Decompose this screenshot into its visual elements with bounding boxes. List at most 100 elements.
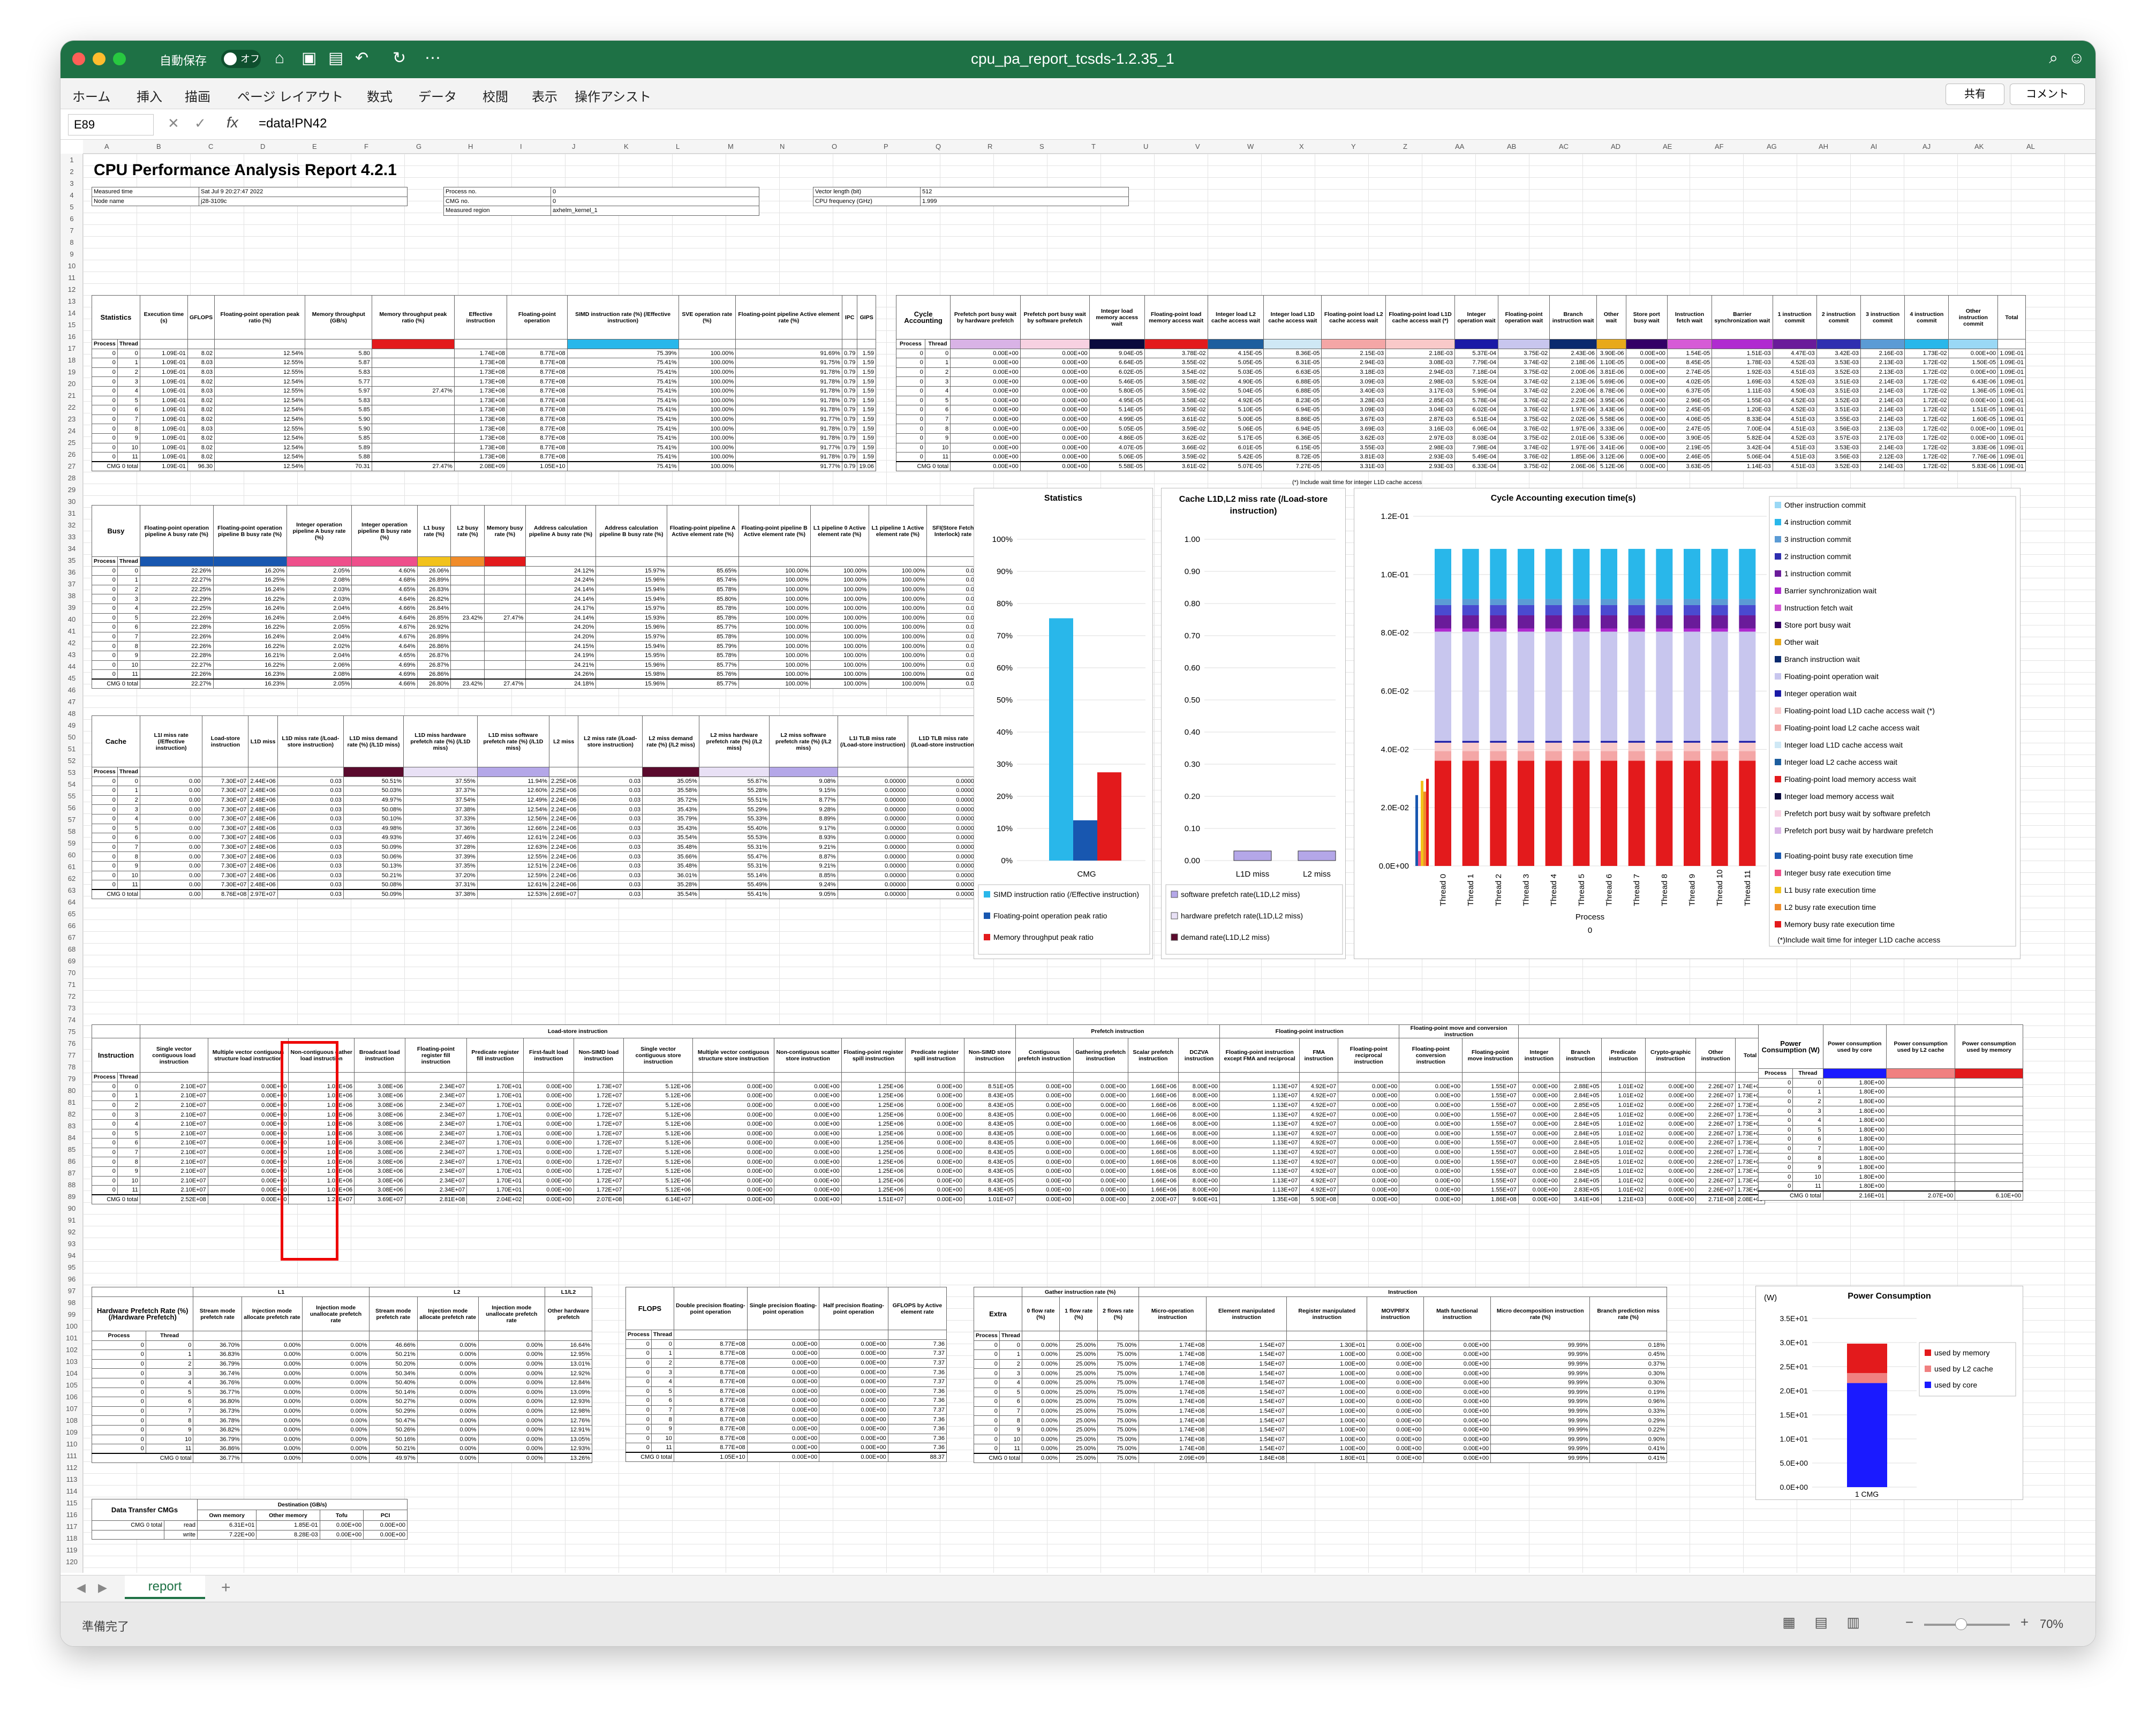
- table-row[interactable]: 0 1 0.00 7.30E+07 2.48E+06 0.03 50.03% 37.37% 12…: [92, 786, 980, 796]
- row-header[interactable]: 60: [61, 851, 83, 859]
- column-header[interactable]: AI: [1871, 142, 1877, 150]
- zoom-slider[interactable]: [1924, 1624, 2010, 1626]
- table-row[interactable]: 0 1 2.10E+07 0.00E+00 1.02E+06 3.08E+06 2.34E+…: [92, 1091, 1765, 1101]
- table-row[interactable]: 0 5 0.00 7.30E+07 2.48E+06 0.03 49.98% 37.36% 12…: [92, 823, 980, 834]
- undo-icon[interactable]: ↶: [355, 49, 368, 68]
- tab-home[interactable]: ホーム: [72, 86, 110, 105]
- total-row[interactable]: CMG 0 total 0.00% 25.00% 75.00% 2.09E+09 1.84…: [974, 1453, 1667, 1464]
- table-row[interactable]: 0 10 36.79% 0.00% 0.00% 50.16% 0.00% 0.00% 13.05…: [92, 1434, 593, 1445]
- column-header[interactable]: V: [1195, 142, 1200, 150]
- row-header[interactable]: 65: [61, 910, 83, 918]
- row-header[interactable]: 25: [61, 439, 83, 447]
- table-row[interactable]: 0 4 0.00 7.30E+07 2.48E+06 0.03 50.10% 37.33% 12…: [92, 813, 980, 824]
- row-header[interactable]: 58: [61, 827, 83, 835]
- row-header[interactable]: 26: [61, 450, 83, 458]
- table-row[interactable]: 0 5 8.77E+08 0.00E+00 0.00E+00 7.36: [625, 1386, 947, 1397]
- more-icon[interactable]: ⋯: [425, 49, 441, 68]
- row-header[interactable]: 29: [61, 486, 83, 494]
- table-row[interactable]: 0 4 1.09E-01 8.03 12.55% 5.97 27.47% 1.73E+08 8.…: [92, 386, 876, 396]
- row-header[interactable]: 22: [61, 403, 83, 411]
- table-row[interactable]: 0 2 36.79% 0.00% 0.00% 50.20% 0.00% 0.00% 13.01%: [92, 1359, 593, 1369]
- row-header[interactable]: 101: [61, 1334, 83, 1342]
- table-row[interactable]: 0 3 0.00E+00 0.00E+00 5.46E-05 3.58E-02 4.90E-…: [896, 376, 2026, 387]
- table-row[interactable]: 0 6 0.00E+00 0.00E+00 5.14E-05 3.59E-02 5.10E-…: [896, 405, 2026, 415]
- column-header[interactable]: AE: [1663, 142, 1672, 150]
- row-header[interactable]: 56: [61, 804, 83, 812]
- row-header[interactable]: 17: [61, 344, 83, 352]
- zoom-out-icon[interactable]: −: [1905, 1614, 1913, 1631]
- table-row[interactable]: 0 9 0.00E+00 0.00E+00 4.86E-05 3.62E-02 5.17E-…: [896, 433, 2026, 443]
- row-header[interactable]: 93: [61, 1240, 83, 1248]
- table-row[interactable]: 0 3 2.10E+07 0.00E+00 1.02E+06 3.08E+06 2.34E+…: [92, 1110, 1765, 1120]
- column-header[interactable]: AK: [1974, 142, 1984, 150]
- table-row[interactable]: 0 0 0.00 7.30E+07 2.44E+06 0.03 50.51% 37.55% 11…: [92, 776, 980, 787]
- column-header[interactable]: Y: [1351, 142, 1356, 150]
- row-header[interactable]: 73: [61, 1004, 83, 1012]
- table-row[interactable]: 0 8 22.26% 16.22% 2.02% 4.64% 26.86% 24.15% 15.9…: [92, 641, 979, 651]
- table-row[interactable]: 0 11 1.80E+00: [1758, 1181, 2023, 1192]
- row-header[interactable]: 103: [61, 1358, 83, 1366]
- row-header[interactable]: 113: [61, 1475, 83, 1483]
- row-header[interactable]: 43: [61, 651, 83, 659]
- row-header[interactable]: 119: [61, 1546, 83, 1554]
- column-header[interactable]: M: [728, 142, 734, 150]
- row-header[interactable]: 120: [61, 1558, 83, 1566]
- column-header[interactable]: R: [987, 142, 992, 150]
- table-row[interactable]: 0 4 2.10E+07 0.00E+00 1.02E+06 3.08E+06 2.34E+…: [92, 1119, 1765, 1129]
- page-layout-icon[interactable]: ▤: [1814, 1614, 1828, 1631]
- row-header[interactable]: 38: [61, 592, 83, 600]
- table-row[interactable]: 0 4 0.00E+00 0.00E+00 5.80E-05 3.59E-02 5.04E-…: [896, 386, 2026, 396]
- row-header[interactable]: 54: [61, 780, 83, 788]
- table-row[interactable]: 0 8 36.78% 0.00% 0.00% 50.47% 0.00% 0.00% 12.76%: [92, 1415, 593, 1426]
- table-row[interactable]: 0 3 8.77E+08 0.00E+00 0.00E+00 7.36: [625, 1367, 947, 1377]
- column-header[interactable]: E: [312, 142, 317, 150]
- search-icon[interactable]: ⌕: [2049, 49, 2058, 68]
- table-row[interactable]: 0 7 0.00E+00 0.00E+00 4.99E-05 3.61E-02 5.00E-…: [896, 414, 2026, 425]
- column-header[interactable]: K: [624, 142, 629, 150]
- table-row[interactable]: 0 3 1.80E+00: [1758, 1106, 2023, 1116]
- table-row[interactable]: 0 7 0.00% 25.00% 75.00% 1.74E+08 1.54E+07 1.00E…: [974, 1406, 1667, 1416]
- home-icon[interactable]: ⌂: [275, 49, 284, 68]
- table-row[interactable]: 0 0 36.70% 0.00% 0.00% 46.66% 0.00% 0.00% 16.64%: [92, 1340, 593, 1351]
- row-header[interactable]: 112: [61, 1464, 83, 1472]
- row-header[interactable]: 23: [61, 415, 83, 423]
- table-row[interactable]: 0 9 22.28% 16.21% 2.04% 4.65% 26.87% 24.19% 15.9…: [92, 650, 979, 661]
- table-row[interactable]: 0 0 1.80E+00: [1758, 1077, 2023, 1088]
- row-header[interactable]: 34: [61, 545, 83, 553]
- row-header[interactable]: 86: [61, 1157, 83, 1165]
- row-header[interactable]: 3: [61, 179, 83, 187]
- table-row[interactable]: 0 3 22.29% 16.22% 2.03% 4.64% 26.82% 24.14% 15.9…: [92, 594, 979, 604]
- row-header[interactable]: 39: [61, 604, 83, 612]
- table-row[interactable]: 0 5 36.77% 0.00% 0.00% 50.14% 0.00% 0.00% 13.09%: [92, 1387, 593, 1398]
- row-header[interactable]: 68: [61, 945, 83, 953]
- power-chart[interactable]: Power Consumption (W) 0.0E+00 5.0E+00 1.0E+…: [1755, 1286, 2023, 1500]
- column-header[interactable]: X: [1299, 142, 1304, 150]
- table-row[interactable]: 0 8 1.09E-01 8.03 12.55% 5.90 1.73E+08 8.77E+08…: [92, 424, 876, 434]
- row-header[interactable]: 97: [61, 1287, 83, 1295]
- row-header[interactable]: 88: [61, 1181, 83, 1189]
- row-header[interactable]: 49: [61, 721, 83, 729]
- column-header[interactable]: C: [208, 142, 213, 150]
- column-header[interactable]: Z: [1403, 142, 1407, 150]
- table-row[interactable]: 0 10 1.80E+00: [1758, 1172, 2023, 1182]
- row-header[interactable]: 36: [61, 568, 83, 576]
- table-row[interactable]: 0 2 0.00 7.30E+07 2.48E+06 0.03 49.97% 37.54% 12…: [92, 795, 980, 805]
- table-row[interactable]: 0 6 1.80E+00: [1758, 1134, 2023, 1144]
- row-header[interactable]: 82: [61, 1110, 83, 1118]
- row-header[interactable]: 109: [61, 1428, 83, 1436]
- row-header[interactable]: 8: [61, 238, 83, 246]
- column-header[interactable]: D: [260, 142, 265, 150]
- row-header[interactable]: 5: [61, 203, 83, 211]
- prev-sheet-icon[interactable]: ◀: [77, 1581, 86, 1595]
- table-row[interactable]: 0 8 1.80E+00: [1758, 1153, 2023, 1163]
- table-row[interactable]: 0 9 0.00 7.30E+07 2.48E+06 0.03 50.13% 37.35% 12…: [92, 861, 980, 871]
- column-header[interactable]: AB: [1507, 142, 1516, 150]
- table-row[interactable]: 0 4 1.80E+00: [1758, 1115, 2023, 1126]
- table-row[interactable]: 0 5 0.00E+00 0.00E+00 4.95E-05 3.58E-02 4.92E-…: [896, 395, 2026, 406]
- table-row[interactable]: 0 6 22.28% 16.22% 2.05% 4.67% 26.92% 24.20% 15.9…: [92, 622, 979, 632]
- row-header[interactable]: 84: [61, 1134, 83, 1142]
- row-header[interactable]: 16: [61, 333, 83, 341]
- table-row[interactable]: 0 0 0.00E+00 0.00E+00 9.04E-05 3.78E-02 4.15E-…: [896, 348, 2026, 359]
- table-row[interactable]: 0 6 36.80% 0.00% 0.00% 50.27% 0.00% 0.00% 12.93%: [92, 1397, 593, 1407]
- table-row[interactable]: 0 11 0.00E+00 0.00E+00 5.06E-05 3.59E-02 5.42E…: [896, 452, 2026, 462]
